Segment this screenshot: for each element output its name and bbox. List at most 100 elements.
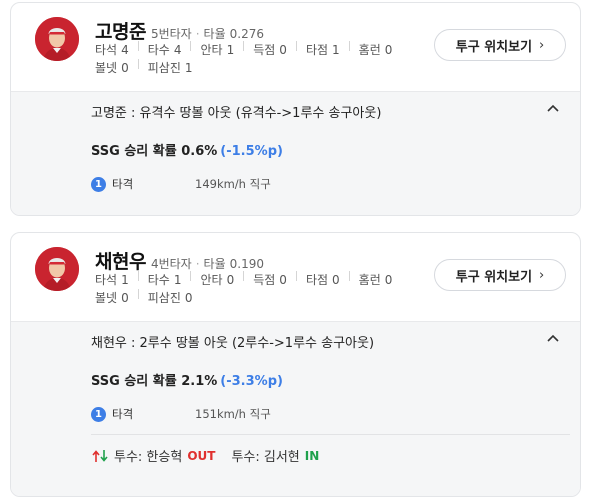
stat-value: 1 (226, 42, 235, 57)
divider (137, 59, 139, 69)
stat-label: 안타 (200, 43, 223, 57)
stat-label: 타석 (95, 273, 118, 287)
stat-label: 피삼진 (147, 291, 181, 305)
divider (190, 41, 192, 51)
stat-label: 볼넷 (95, 61, 118, 75)
pitch-location-button[interactable]: 투구 위치보기 › (434, 29, 566, 61)
avg-label: 타율 (203, 257, 226, 271)
win-probability-delta: (-3.3%p) (220, 374, 283, 389)
stat-value: 1 (173, 272, 182, 287)
stat-hr: 홈런 0 (359, 41, 393, 58)
pitch-row: 1 타격 151km/h 직구 (91, 406, 271, 422)
stat-row: 볼넷 0 피삼진 1 (95, 59, 193, 76)
stat-value: 4 (173, 42, 182, 57)
button-label: 투구 위치보기 (455, 269, 533, 285)
divider (137, 289, 139, 299)
stat-value: 0 (384, 42, 393, 57)
pitch-result: 타격 (112, 407, 134, 421)
swap-arrows-icon (91, 449, 111, 463)
stat-so: 피삼진 0 (148, 289, 193, 306)
batting-order: 5번타자 (150, 27, 192, 41)
stat-value: 0 (279, 272, 287, 287)
pitcher-in-name: 투수: 김서현 (231, 450, 300, 465)
stat-rbi: 타점 1 (306, 41, 340, 58)
play-description: 채현우 : 2루수 땅볼 아웃 (2루수->1루수 송구아웃) (91, 336, 375, 351)
stat-ab: 타수 1 (148, 271, 182, 288)
batter-header: 고명준 5번타자 · 타율 0.276 타석 4 타수 4 안타 1 득점 0 타점 1 … (11, 3, 580, 91)
stat-label: 타수 (147, 43, 170, 57)
divider (348, 271, 350, 281)
stat-runs: 득점 0 (253, 41, 287, 58)
stat-value: 0 (121, 60, 129, 75)
chevron-right-icon: › (539, 267, 545, 283)
divider (243, 41, 245, 51)
batting-avg: 0.276 (229, 27, 264, 41)
stat-label: 득점 (253, 273, 276, 287)
stat-bb: 볼넷 0 (95, 59, 129, 76)
divider (243, 271, 245, 281)
player-avatar (35, 247, 79, 291)
stat-runs: 득점 0 (253, 271, 287, 288)
pitch-result: 타격 (112, 177, 134, 191)
stat-label: 타석 (95, 43, 118, 57)
stat-hits: 안타 0 (200, 271, 234, 288)
stat-pa: 타석 4 (95, 41, 129, 58)
divider (137, 271, 139, 281)
win-probability: SSG 승리 확률 0.6% (-1.5%p) (91, 140, 283, 159)
pitch-speed-type: 149km/h 직구 (195, 177, 271, 191)
play-detail-panel: 고명준 : 유격수 땅볼 아웃 (유격수->1루수 송구아웃) SSG 승리 확… (11, 91, 580, 215)
pitch-row: 1 타격 149km/h 직구 (91, 176, 271, 192)
stat-value: 1 (184, 60, 193, 75)
player-name-line: 채현우 4번타자 · 타율 0.190 (95, 247, 264, 274)
player-avatar (35, 17, 79, 61)
out-tag: OUT (187, 448, 216, 463)
stat-value: 0 (121, 290, 129, 305)
divider (348, 41, 350, 51)
stat-hits: 안타 1 (200, 41, 234, 58)
pitch-number-badge: 1 (91, 176, 106, 192)
play-description: 고명준 : 유격수 땅볼 아웃 (유격수->1루수 송구아웃) (91, 106, 382, 121)
stat-label: 볼넷 (95, 291, 118, 305)
pitch-number-badge: 1 (91, 406, 106, 422)
avg-label: 타율 (203, 27, 226, 41)
stat-label: 타수 (147, 273, 170, 287)
substitution-row: 투수: 한승혁 OUT 투수: 김서현 IN (91, 446, 319, 465)
player-name-line: 고명준 5번타자 · 타율 0.276 (95, 17, 264, 44)
batting-order: 4번타자 (150, 257, 192, 271)
stat-value: 1 (121, 272, 129, 287)
play-detail-panel: 채현우 : 2루수 땅볼 아웃 (2루수->1루수 송구아웃) SSG 승리 확… (11, 321, 580, 496)
stat-value: 0 (226, 272, 235, 287)
batting-avg: 0.190 (229, 257, 264, 271)
batter-card: 채현우 4번타자 · 타율 0.190 타석 1 타수 1 안타 0 득점 0 타점 0 … (10, 232, 581, 497)
pitch-location-button[interactable]: 투구 위치보기 › (434, 259, 566, 291)
chevron-up-icon[interactable] (544, 100, 562, 118)
in-tag: IN (304, 448, 320, 463)
chevron-up-icon[interactable] (544, 330, 562, 348)
dot-separator: · (195, 257, 200, 271)
stat-hr: 홈런 0 (359, 271, 393, 288)
divider (190, 271, 192, 281)
batter-card: 고명준 5번타자 · 타율 0.276 타석 4 타수 4 안타 1 득점 0 타점 1 … (10, 2, 581, 216)
win-probability-delta: (-1.5%p) (220, 144, 283, 159)
stat-label: 타점 (305, 43, 329, 57)
win-probability-text: SSG 승리 확률 0.6% (91, 144, 218, 159)
stat-value: 4 (121, 42, 129, 57)
stat-row: 볼넷 0 피삼진 0 (95, 289, 193, 306)
stat-label: 홈런 (358, 273, 381, 287)
chevron-right-icon: › (539, 37, 545, 53)
divider (137, 41, 139, 51)
player-name: 채현우 (95, 251, 146, 273)
win-probability-text: SSG 승리 확률 2.1% (91, 374, 218, 389)
stat-rbi: 타점 0 (306, 271, 340, 288)
stat-value: 0 (184, 290, 193, 305)
stat-row: 타석 1 타수 1 안타 0 득점 0 타점 0 홈런 0 (95, 271, 392, 288)
win-probability: SSG 승리 확률 2.1% (-3.3%p) (91, 370, 283, 389)
divider (91, 434, 570, 435)
stat-value: 0 (279, 42, 287, 57)
pitcher-out-name: 투수: 한승혁 (114, 450, 183, 465)
stat-pa: 타석 1 (95, 271, 129, 288)
stat-label: 타점 (305, 273, 329, 287)
divider (295, 271, 297, 281)
batter-header: 채현우 4번타자 · 타율 0.190 타석 1 타수 1 안타 0 득점 0 타점 0 … (11, 233, 580, 321)
stat-value: 0 (384, 272, 393, 287)
